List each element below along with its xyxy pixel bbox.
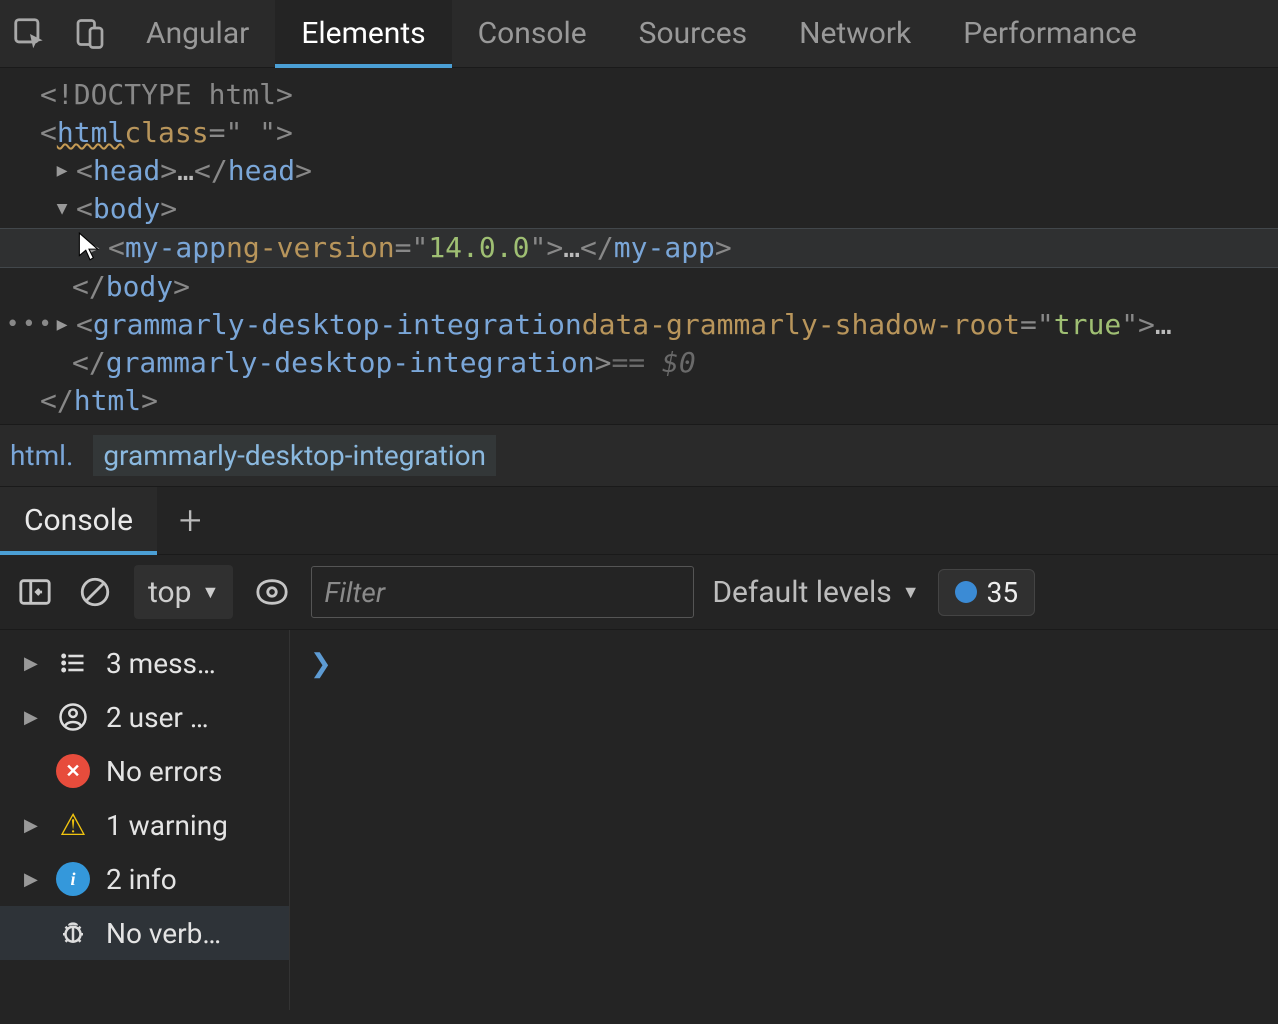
expand-arrow-icon[interactable]: ▼	[52, 190, 72, 228]
elements-dom-tree[interactable]: <!DOCTYPE html> <html class=" "> ▶<head>…	[0, 68, 1278, 424]
execution-context-select[interactable]: top ▼	[134, 565, 233, 619]
list-icon	[56, 646, 90, 680]
sidebar-item-verbose[interactable]: ▶ No verb…	[0, 906, 289, 960]
dom-row-body-close[interactable]: </body>	[40, 268, 1278, 306]
drawer-tabs: Console +	[0, 487, 1278, 555]
log-levels-select[interactable]: Default levels ▼	[712, 575, 919, 610]
error-icon: ✕	[56, 754, 90, 788]
dom-row-html-close[interactable]: </html>	[40, 382, 1278, 420]
drawer-tab-console[interactable]: Console	[0, 487, 157, 555]
live-expression-icon[interactable]	[251, 571, 293, 613]
dom-row-my-app[interactable]: ▶<my-app ng-version="14.0.0">…</my-app>	[40, 229, 1278, 267]
dom-row-body-open[interactable]: ▼<body>	[40, 190, 1278, 228]
devtools-topbar: Angular Elements Console Sources Network…	[0, 0, 1278, 68]
sidebar-item-info[interactable]: ▶ i 2 info	[0, 852, 289, 906]
add-tab-button[interactable]: +	[179, 497, 202, 544]
dom-row-grammarly-close[interactable]: </grammarly-desktop-integration> == $0	[40, 344, 1278, 382]
console-body: ▶ 3 mess… ▶ 2 user … ▶ ✕ No errors ▶ ⚠ 1…	[0, 630, 1278, 1010]
main-tabs: Angular Elements Console Sources Network…	[120, 0, 1163, 68]
dom-row-html-open[interactable]: <html class=" ">	[40, 114, 1278, 152]
sidebar-item-user[interactable]: ▶ 2 user …	[0, 690, 289, 744]
device-toolbar-icon[interactable]	[60, 0, 120, 68]
collapse-arrow-icon[interactable]: ▶	[52, 306, 72, 344]
tab-network[interactable]: Network	[773, 0, 937, 68]
collapse-arrow-icon[interactable]: ▶	[24, 707, 40, 728]
console-output[interactable]: ❯	[290, 630, 1278, 1010]
dom-row-grammarly[interactable]: ▶<grammarly-desktop-integration data-gra…	[40, 306, 1278, 344]
sidebar-item-label: 2 user …	[106, 701, 209, 734]
user-icon	[56, 700, 90, 734]
tab-performance[interactable]: Performance	[937, 0, 1163, 68]
tab-console[interactable]: Console	[452, 0, 613, 68]
tab-elements[interactable]: Elements	[275, 0, 451, 68]
sidebar-item-errors[interactable]: ▶ ✕ No errors	[0, 744, 289, 798]
sidebar-item-label: No errors	[106, 755, 222, 788]
console-toolbar: top ▼ Default levels ▼ 35	[0, 555, 1278, 630]
chevron-down-icon: ▼	[902, 582, 920, 603]
sidebar-toggle-icon[interactable]	[14, 571, 56, 613]
sidebar-item-label: 1 warning	[106, 809, 228, 842]
chevron-down-icon: ▼	[201, 582, 219, 603]
sidebar-item-warnings[interactable]: ▶ ⚠ 1 warning	[0, 798, 289, 852]
breadcrumb-item[interactable]: html.	[10, 439, 73, 472]
collapse-arrow-icon[interactable]: ▶	[24, 653, 40, 674]
selection-dots-icon[interactable]: •••	[6, 306, 55, 344]
collapse-arrow-icon[interactable]: ▶	[24, 815, 40, 836]
tab-angular[interactable]: Angular	[120, 0, 275, 68]
sidebar-item-label: 3 mess…	[106, 647, 216, 680]
bug-icon	[56, 916, 90, 950]
issue-dot-icon	[955, 581, 977, 603]
tab-sources[interactable]: Sources	[613, 0, 773, 68]
collapse-arrow-icon[interactable]: ▶	[84, 229, 104, 267]
issues-badge[interactable]: 35	[938, 569, 1035, 616]
dom-row-head[interactable]: ▶<head>…</head>	[40, 152, 1278, 190]
sidebar-item-label: No verb…	[106, 917, 221, 950]
inspect-element-icon[interactable]	[0, 0, 60, 68]
sidebar-item-label: 2 info	[106, 863, 177, 896]
console-sidebar: ▶ 3 mess… ▶ 2 user … ▶ ✕ No errors ▶ ⚠ 1…	[0, 630, 290, 1010]
console-filter-input[interactable]	[311, 566, 694, 618]
collapse-arrow-icon[interactable]: ▶	[24, 869, 40, 890]
sidebar-item-messages[interactable]: ▶ 3 mess…	[0, 636, 289, 690]
warning-icon: ⚠	[56, 808, 90, 842]
breadcrumb-item-selected[interactable]: grammarly-desktop-integration	[93, 435, 496, 476]
console-prompt-icon: ❯	[310, 649, 332, 679]
elements-breadcrumb: html. grammarly-desktop-integration	[0, 424, 1278, 487]
collapse-arrow-icon[interactable]: ▶	[52, 152, 72, 190]
dom-row-doctype[interactable]: <!DOCTYPE html>	[40, 76, 1278, 114]
info-icon: i	[56, 862, 90, 896]
clear-console-icon[interactable]	[74, 571, 116, 613]
